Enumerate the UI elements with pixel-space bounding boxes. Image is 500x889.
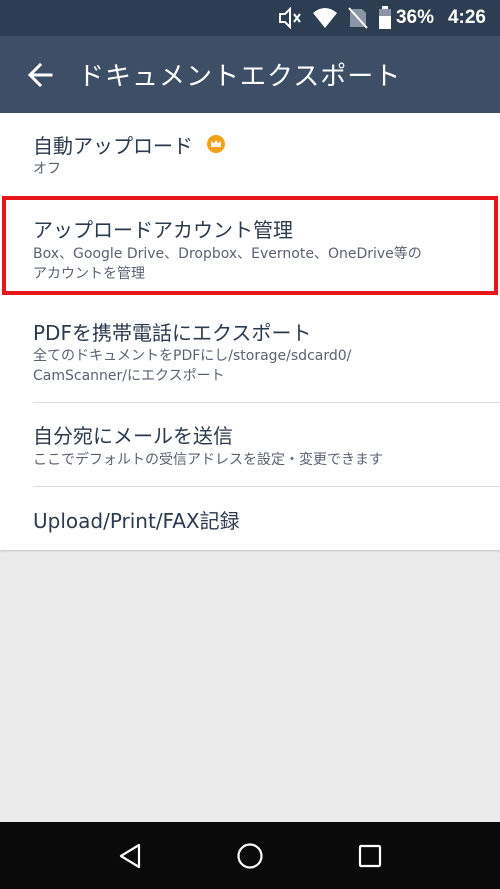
setting-upload-account[interactable]: アップロードアカウント管理 Box、Google Drive、Dropbox、E…	[0, 197, 500, 301]
setting-title: PDFを携帯電話にエクスポート	[33, 321, 312, 345]
status-bar: 36% 4:26	[0, 0, 500, 36]
nav-recents-button[interactable]	[345, 831, 395, 881]
recents-square-icon	[358, 844, 382, 867]
setting-auto-upload[interactable]: 自動アップロード オフ	[0, 113, 500, 197]
wifi-icon	[312, 7, 338, 29]
setting-title: Upload/Print/FAX記録	[33, 509, 240, 533]
setting-title-text: 自動アップロード	[33, 134, 193, 158]
setting-subtitle: オフ	[33, 161, 61, 177]
battery-percent: 36%	[395, 7, 434, 28]
nav-back-button[interactable]	[105, 831, 155, 881]
setting-email-self[interactable]: 自分宛にメールを送信 ここでデフォルトの受信アドレスを設定・変更できます	[0, 403, 500, 487]
home-circle-icon	[237, 842, 263, 869]
setting-subtitle-line2: CamScanner/にエクスポート	[33, 368, 225, 384]
setting-export-pdf[interactable]: PDFを携帯電話にエクスポート 全てのドキュメントをPDFにし/storage/…	[0, 301, 500, 403]
navigation-bar	[0, 822, 500, 889]
setting-title: アップロードアカウント管理	[33, 218, 293, 242]
mute-icon	[278, 7, 302, 29]
setting-subtitle-line1: 全てのドキュメントをPDFにし/storage/sdcard0/	[33, 348, 352, 364]
back-button[interactable]	[12, 47, 68, 103]
crown-icon	[207, 134, 226, 158]
setting-subtitle-line2: アカウントを管理	[33, 266, 145, 282]
back-triangle-icon	[119, 843, 141, 868]
settings-list: 自動アップロード オフ アップロードアカウント管理 Box、Google Dri…	[0, 113, 500, 550]
clock-time: 4:26	[447, 7, 486, 28]
no-sim-icon	[348, 7, 368, 29]
nav-home-button[interactable]	[225, 831, 275, 881]
setting-subtitle-line1: Box、Google Drive、Dropbox、Evernote、OneDri…	[33, 246, 422, 262]
app-bar: ドキュメントエクスポート	[0, 36, 500, 113]
battery-icon	[378, 6, 392, 30]
setting-title: 自分宛にメールを送信	[33, 424, 233, 448]
setting-subtitle: ここでデフォルトの受信アドレスを設定・変更できます	[33, 452, 383, 468]
setting-title: 自動アップロード	[33, 130, 226, 159]
page-title: ドキュメントエクスポート	[78, 62, 402, 92]
setting-upload-print-fax-log[interactable]: Upload/Print/FAX記録	[0, 487, 500, 550]
arrow-left-icon	[27, 62, 53, 87]
